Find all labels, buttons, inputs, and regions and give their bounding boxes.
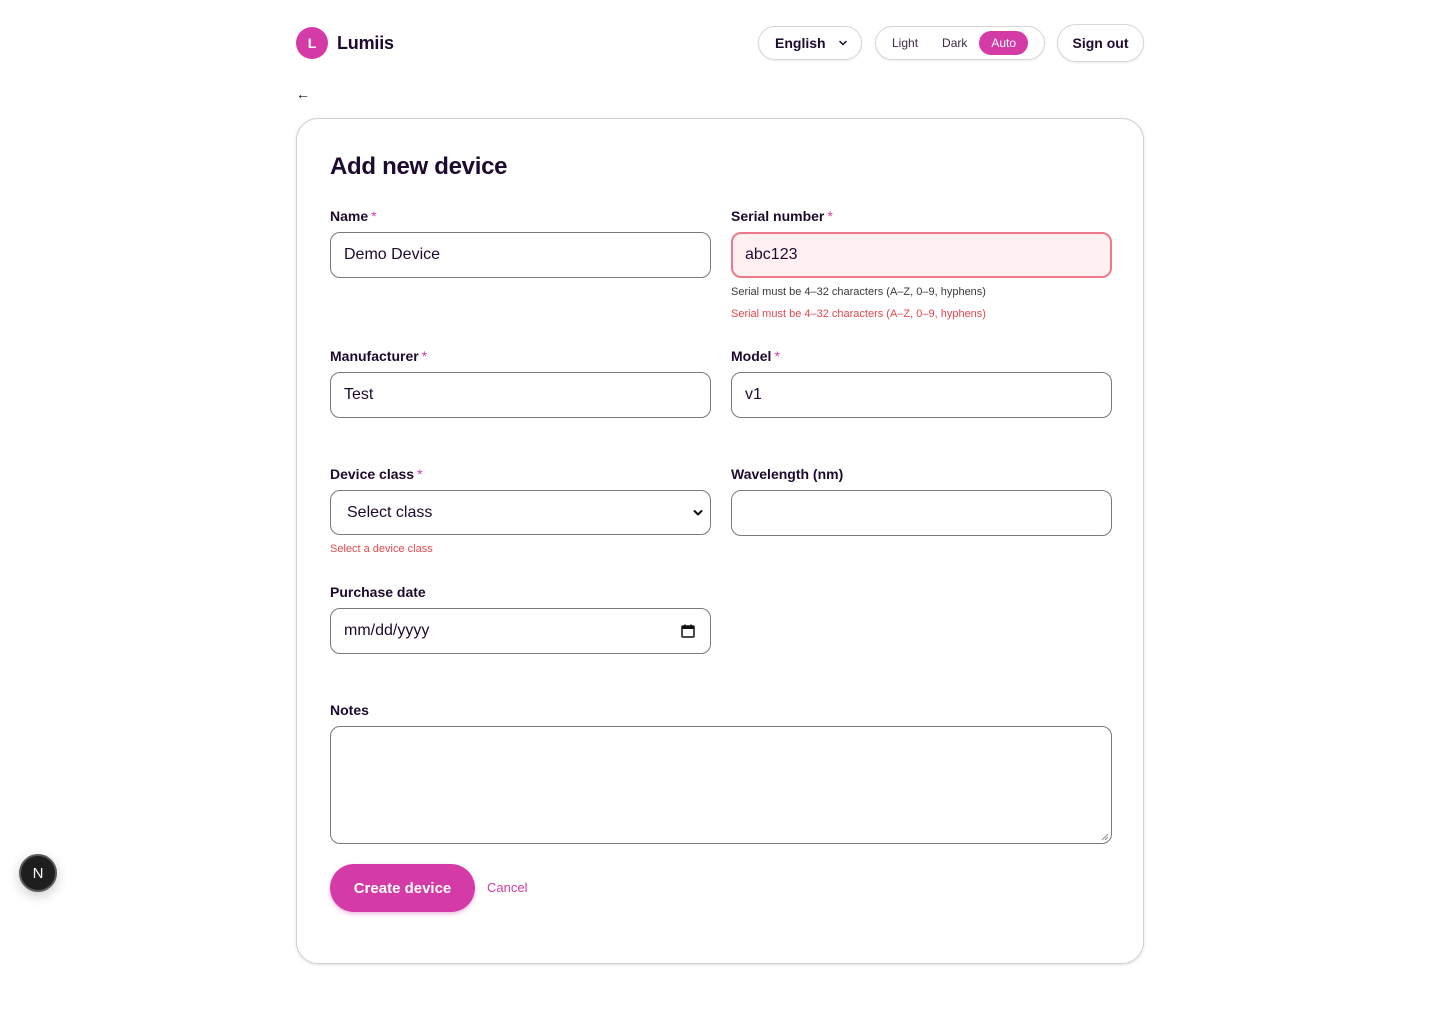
theme-auto-button[interactable]: Auto xyxy=(979,31,1029,55)
required-mark: * xyxy=(774,348,780,364)
manufacturer-label-text: Manufacturer xyxy=(330,348,419,364)
required-mark: * xyxy=(417,466,423,482)
cancel-link[interactable]: Cancel xyxy=(487,880,527,895)
calendar-icon[interactable] xyxy=(681,624,695,638)
dev-tools-badge[interactable]: N xyxy=(19,854,57,892)
device-class-label: Device class * xyxy=(330,466,423,482)
serial-hint: Serial must be 4–32 characters (A–Z, 0–9… xyxy=(731,286,986,298)
name-input[interactable] xyxy=(330,232,711,278)
theme-dark-button[interactable]: Dark xyxy=(930,31,979,55)
model-label: Model * xyxy=(731,348,780,364)
model-label-text: Model xyxy=(731,348,772,364)
serial-error: Serial must be 4–32 characters (A–Z, 0–9… xyxy=(731,308,986,320)
manufacturer-input[interactable] xyxy=(330,372,711,418)
back-arrow-icon[interactable]: ← xyxy=(296,86,310,102)
language-select[interactable]: English xyxy=(758,26,862,60)
wavelength-input[interactable] xyxy=(731,490,1112,536)
page-title: Add new device xyxy=(330,153,508,180)
required-mark: * xyxy=(827,208,833,224)
chevron-down-icon xyxy=(839,40,847,46)
name-label: Name * xyxy=(330,208,377,224)
notes-label: Notes xyxy=(330,702,369,718)
manufacturer-label: Manufacturer * xyxy=(330,348,427,364)
resize-grip-icon[interactable] xyxy=(1101,833,1109,841)
device-class-select[interactable]: Select class xyxy=(330,490,711,535)
purchase-date-input[interactable]: mm/dd/yyyy xyxy=(330,608,711,654)
top-header: L Lumiis English Light Dark Auto Sign ou… xyxy=(296,24,1144,62)
required-mark: * xyxy=(421,348,428,364)
notes-textarea[interactable] xyxy=(330,726,1112,844)
wavelength-label: Wavelength (nm) xyxy=(731,466,844,482)
theme-switcher: Light Dark Auto xyxy=(875,26,1045,60)
create-device-button[interactable]: Create device xyxy=(330,864,475,912)
purchase-date-label: Purchase date xyxy=(330,584,426,600)
chevron-down-icon xyxy=(693,510,703,516)
serial-number-input[interactable] xyxy=(731,232,1112,278)
device-class-error: Select a device class xyxy=(330,543,433,555)
serial-label: Serial number * xyxy=(731,208,833,224)
purchase-date-placeholder: mm/dd/yyyy xyxy=(344,622,430,639)
theme-light-button[interactable]: Light xyxy=(880,31,930,55)
brand-name: Lumiis xyxy=(337,32,394,53)
name-label-text: Name xyxy=(330,208,369,224)
add-device-card: Add new device Name* Serial number* Seri… xyxy=(296,118,1144,964)
required-mark: * xyxy=(371,208,377,224)
language-select-value: English xyxy=(775,35,826,51)
brand[interactable]: L Lumiis xyxy=(296,27,394,59)
serial-label-text: Serial number xyxy=(731,208,825,224)
sign-out-button[interactable]: Sign out xyxy=(1057,24,1144,62)
device-class-selected: Select class xyxy=(347,503,433,521)
brand-logo: L xyxy=(296,27,328,59)
model-input[interactable] xyxy=(731,372,1112,418)
device-class-label-text: Device class xyxy=(330,466,415,482)
